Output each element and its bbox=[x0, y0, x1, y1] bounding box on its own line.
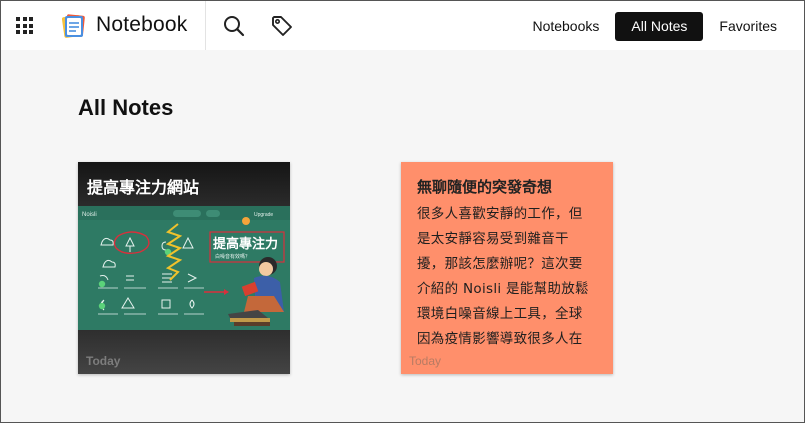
note-body-line: 擾，那該怎麼辦呢？這次要 bbox=[417, 256, 583, 272]
note-title: 提高專注力網站 bbox=[87, 178, 200, 197]
note-body-line: 介紹的 Noisli 是能幫助放鬆 bbox=[417, 281, 589, 297]
header-divider bbox=[205, 0, 206, 50]
nav-all-notes[interactable]: All Notes bbox=[615, 12, 704, 41]
note-title: 無聊隨便的突發奇想 bbox=[417, 178, 553, 196]
thumb-app-name: Noisli bbox=[82, 212, 97, 218]
apps-grid-icon[interactable] bbox=[16, 17, 33, 34]
note-body-line: 因為疫情影響導致很多人在 bbox=[417, 331, 583, 347]
note-body-line: 很多人喜歡安靜的工作，但 bbox=[417, 206, 583, 222]
page-title: All Notes bbox=[78, 95, 174, 120]
note-body-line: 是太安靜容易受到雜音干 bbox=[417, 231, 569, 247]
nav-favorites[interactable]: Favorites bbox=[703, 12, 793, 41]
thumb-banner-subtitle: 白噪音有效嗎？ bbox=[215, 253, 250, 260]
thumb-banner-title: 提高專注力 bbox=[213, 236, 278, 252]
app-title[interactable]: Notebook bbox=[96, 13, 188, 37]
note-date: Today bbox=[409, 354, 442, 368]
top-bar: Notebook Notebooks All Notes Favorites bbox=[0, 0, 805, 50]
tag-icon[interactable] bbox=[270, 14, 294, 38]
thumb-app-label: Upgrade bbox=[254, 212, 273, 218]
note-card[interactable]: 無聊隨便的突發奇想 很多人喜歡安靜的工作，但 是太安靜容易受到雜音干 擾，那該怎… bbox=[401, 162, 613, 374]
note-card[interactable]: 提高專注力網站 Noisli Upgrade 提高專注力 白噪音有效嗎？ Tod… bbox=[78, 162, 290, 374]
top-nav: Notebooks All Notes Favorites bbox=[516, 12, 793, 41]
notebook-logo-icon[interactable] bbox=[60, 13, 88, 39]
note-date: Today bbox=[86, 354, 121, 368]
note-body: 很多人喜歡安靜的工作，但 是太安靜容易受到雜音干 擾，那該怎麼辦呢？這次要 介紹… bbox=[417, 202, 613, 352]
search-icon[interactable] bbox=[222, 14, 246, 38]
note-thumbnail-image: Noisli Upgrade 提高專注力 白噪音有效嗎？ bbox=[78, 206, 290, 330]
nav-notebooks[interactable]: Notebooks bbox=[516, 12, 615, 41]
note-body-line: 環境白噪音線上工具，全球 bbox=[417, 306, 583, 322]
